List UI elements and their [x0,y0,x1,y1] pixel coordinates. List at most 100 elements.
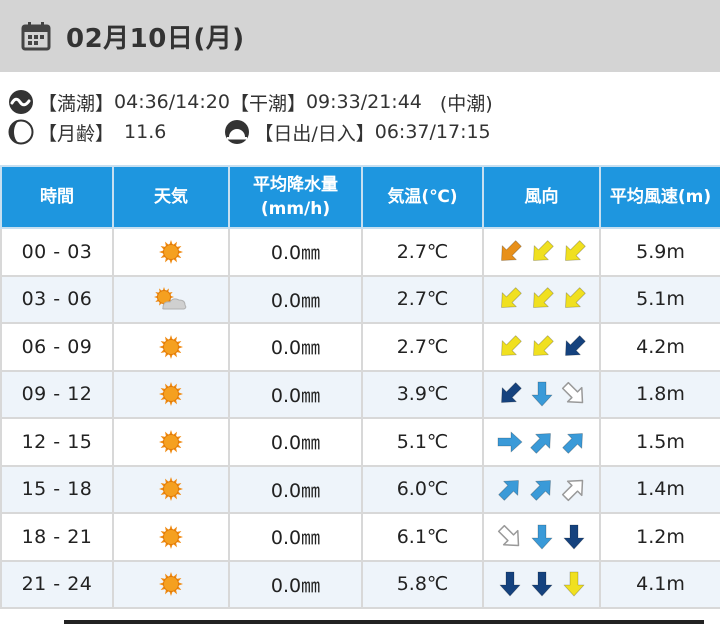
table-row: 18 - 21 0.0㎜ 6.1℃ 1.2m [0,512,720,562]
header-wind-speed: 平均風速(m) [599,165,720,229]
tide-info: 【満潮】 04:36/14:20 【干潮】 09:33/21:44 (中潮) [8,88,493,116]
moon-sun-info: 【月齢】 11.6 【日出/日入】 06:37/17:15 [8,118,491,146]
wind-speed-cell: 1.8m [599,369,720,419]
sun-icon [159,382,183,407]
sun-icon [159,429,183,454]
tide-wave-icon [9,90,33,114]
wind-arrow-s-icon [531,571,552,597]
wind-arrows [484,475,599,503]
wind-dir-cell [482,464,601,514]
wind-speed-cell: 4.2m [599,322,720,372]
sun-icon [159,477,183,502]
weather-cell [112,417,230,467]
wind-dir-cell [482,274,601,324]
wind-arrows [484,238,599,266]
wind-arrow-s-icon [499,571,520,597]
header-time: 時間 [0,165,114,229]
time-cell: 06 - 09 [0,322,114,372]
wind-dir-cell [482,417,601,467]
header-precip: 平均降水量 (mm/h) [228,165,363,229]
header-wind-dir: 風向 [482,165,601,229]
sunrise-times: 06:37/17:15 [374,121,491,143]
sun-cloud-icon [154,287,187,310]
wind-arrow-ne-icon [529,480,551,501]
weather-cell [112,559,230,609]
moon-age-label: 【月齢】 [38,122,115,145]
wind-arrow-s-icon [531,381,552,407]
precip-cell: 0.0㎜ [228,227,363,277]
precip-cell: 0.0㎜ [228,464,363,514]
temp-cell: 5.1℃ [361,417,484,467]
table-row: 03 - 06 0.0㎜ 2.7℃ 5.1m [0,274,720,324]
temp-cell: 6.0℃ [361,464,484,514]
weather-cell [112,322,230,372]
wind-dir-cell [482,559,601,609]
wind-arrow-sw-icon [532,287,554,309]
high-tide-times: 04:36/14:20 [114,91,230,113]
wind-speed-cell: 1.5m [599,417,720,467]
header-precip-line1: 平均降水量 [253,175,338,195]
wind-arrow-s-icon [531,524,552,550]
weather-cell [112,227,230,277]
temp-cell: 3.9℃ [361,369,484,419]
time-cell: 18 - 21 [0,512,114,562]
table-row: 21 - 24 0.0㎜ 5.8℃ 4.1m [0,559,720,609]
wind-arrow-se-icon [497,524,519,546]
wind-arrow-sw-icon [500,335,522,356]
precip-cell: 0.0㎜ [228,417,363,467]
table-row: 09 - 12 0.0㎜ 3.9℃ 1.8m [0,369,720,419]
precip-cell: 0.0㎜ [228,512,363,562]
wind-arrow-s-icon [563,524,584,550]
low-tide-times: 09:33/21:44 [305,91,422,113]
wind-arrow-se-icon [561,382,583,404]
wind-speed-cell: 4.1m [599,559,720,609]
forecast-table: 時間 天気 平均降水量 (mm/h) 気温(℃) 風向 平均風速(m) 00 - … [0,165,720,609]
wind-dir-cell [482,369,601,419]
wind-arrow-sw-icon [532,335,554,356]
wind-speed-cell: 1.4m [599,464,720,514]
wind-speed-cell: 5.1m [599,274,720,324]
date-header: 02月10日(月) [0,0,720,72]
wind-arrow-ne-icon [561,432,583,454]
moon-phase-icon [8,119,34,145]
time-cell: 09 - 12 [0,369,114,419]
time-cell: 03 - 06 [0,274,114,324]
bottom-edge-strip [64,620,704,624]
wind-arrow-e-icon [497,431,522,453]
wind-speed-cell: 1.2m [599,512,720,562]
time-cell: 12 - 15 [0,417,114,467]
weather-cell [112,512,230,562]
wind-dir-cell [482,512,601,562]
wind-arrow-sw-icon [564,287,586,309]
temp-cell: 6.1℃ [361,512,484,562]
wind-dir-cell [482,227,601,277]
precip-cell: 0.0㎜ [228,274,363,324]
wind-arrow-ne-icon [529,432,551,454]
temp-cell: 2.7℃ [361,274,484,324]
wind-arrow-sw-icon [500,382,522,404]
wind-arrows [484,380,599,408]
wind-speed-cell: 5.9m [599,227,720,277]
time-cell: 00 - 03 [0,227,114,277]
high-tide-label: 【満潮】 [38,92,115,115]
tide-type: (中潮) [439,92,493,115]
precip-cell: 0.0㎜ [228,322,363,372]
table-row: 06 - 09 0.0㎜ 2.7℃ 4.2m [0,322,720,372]
sunrise-label: 【日出/日入】 [254,122,375,145]
wind-arrow-sw-icon [564,240,586,261]
sun-icon [159,334,183,359]
wind-arrows [484,570,599,598]
time-cell: 15 - 18 [0,464,114,514]
wind-arrows [484,285,599,313]
low-tide-label: 【干潮】 [229,92,306,115]
moon-age-value: 11.6 [124,121,167,143]
weather-cell [112,274,230,324]
wind-arrow-sw-icon [500,240,522,261]
table-row: 12 - 15 0.0㎜ 5.1℃ 1.5m [0,417,720,467]
wind-arrows [484,333,599,361]
wind-arrow-ne-icon [497,480,519,501]
sunrise-icon [225,120,250,144]
table-header-row: 時間 天気 平均降水量 (mm/h) 気温(℃) 風向 平均風速(m) [0,165,720,229]
table-row: 15 - 18 0.0㎜ 6.0℃ 1.4m [0,464,720,514]
sun-icon [159,239,183,264]
